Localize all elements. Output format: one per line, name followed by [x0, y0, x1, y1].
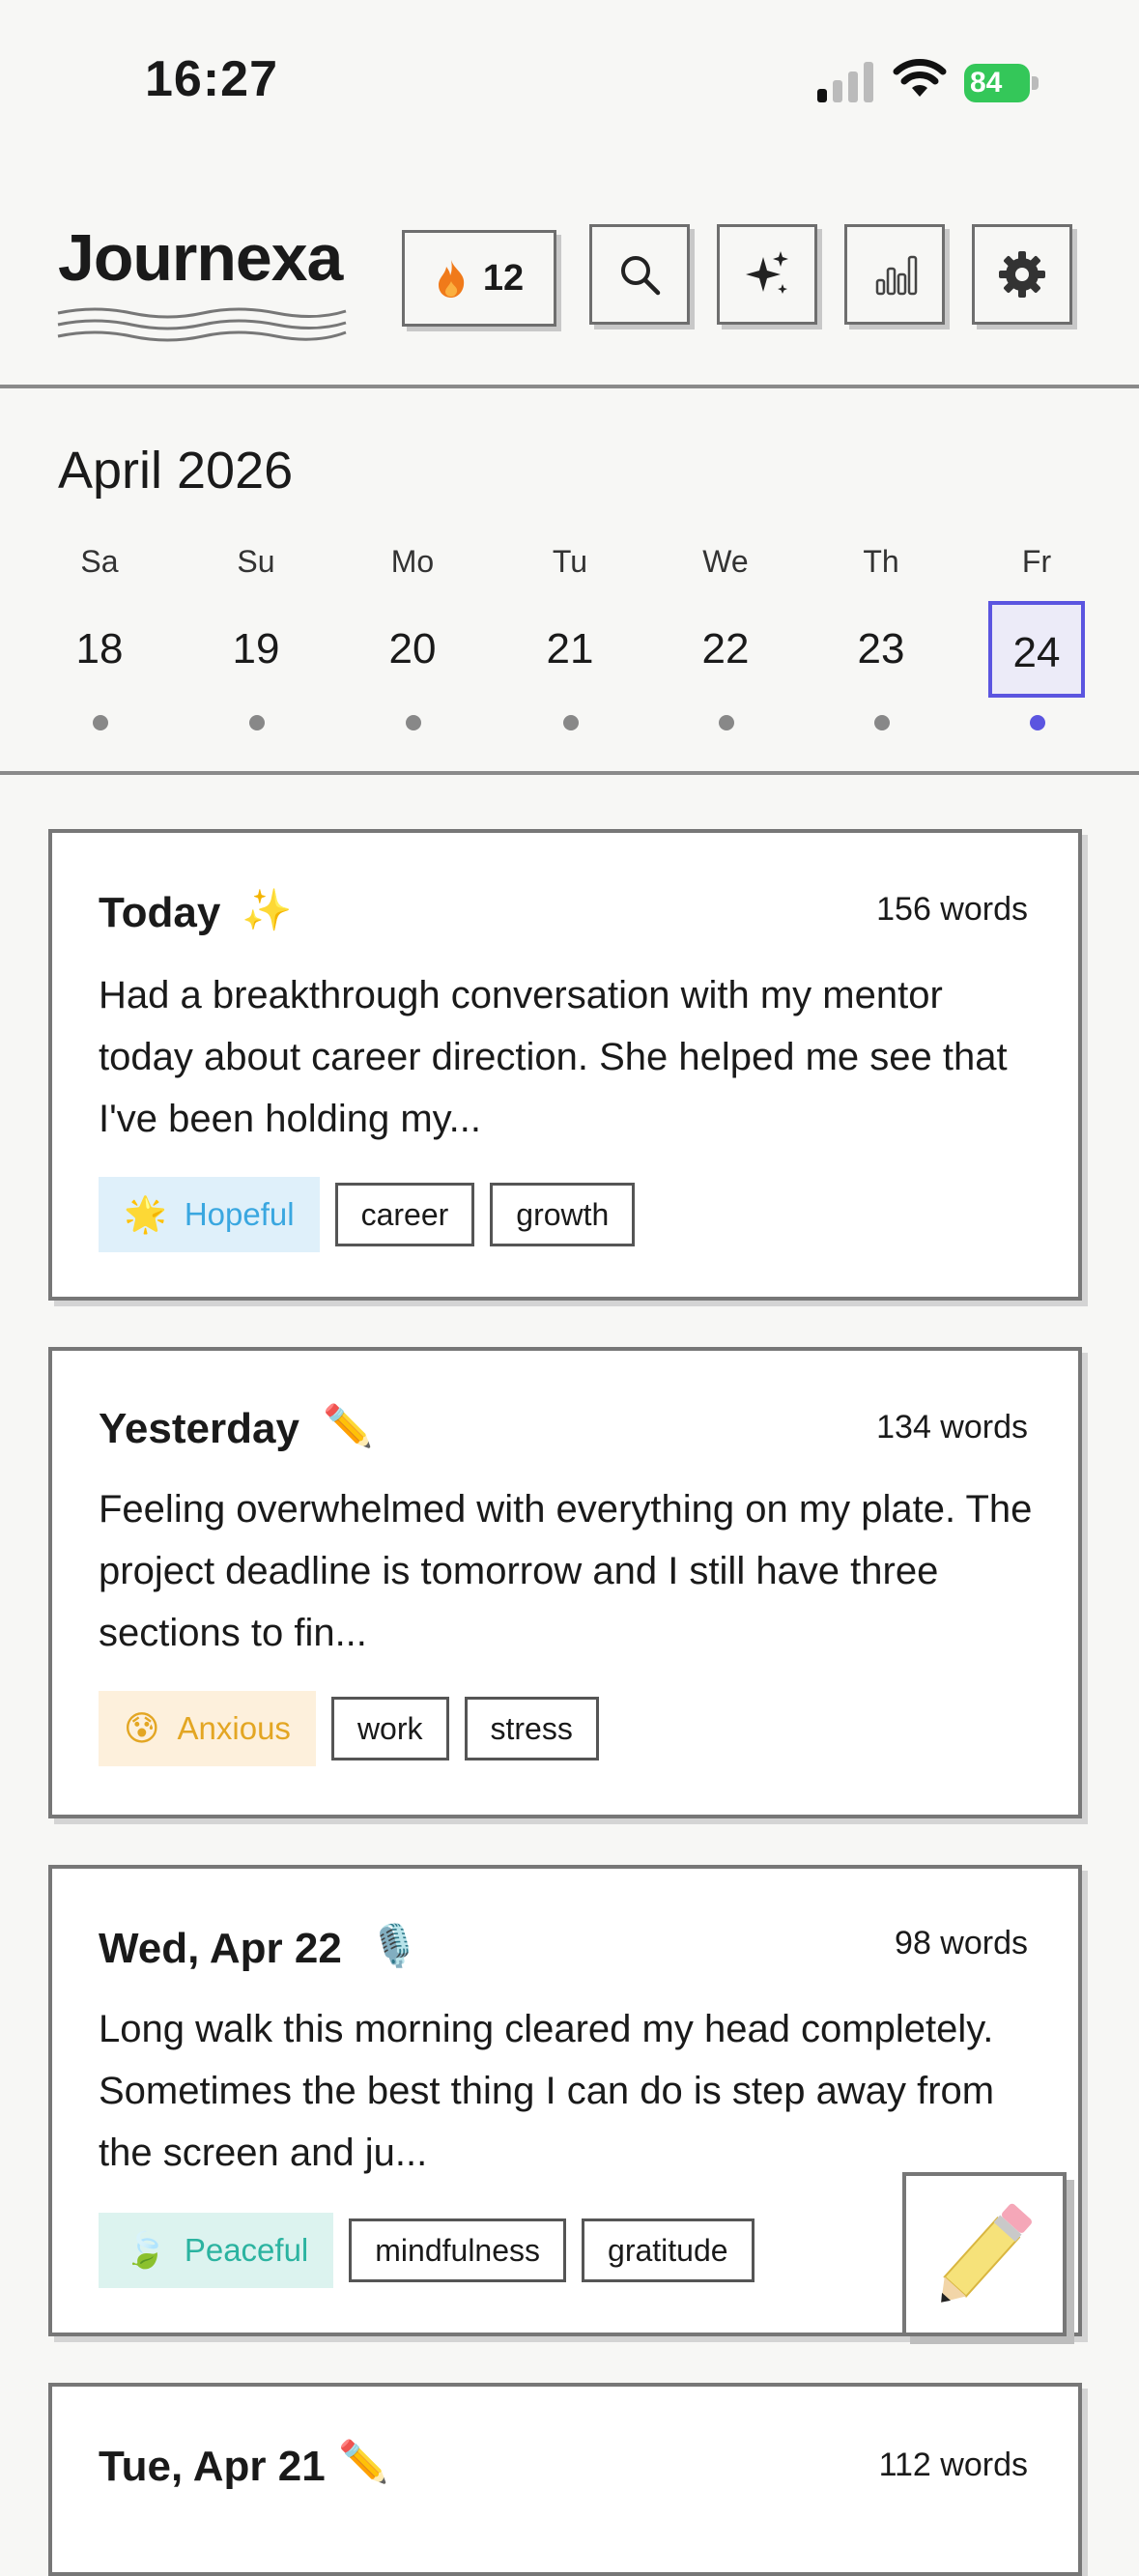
entry-dot	[93, 715, 108, 730]
entry-dot	[563, 715, 579, 730]
status-time: 16:27	[145, 51, 278, 107]
day-name: Fr	[1021, 544, 1052, 579]
stats-icon	[875, 255, 918, 296]
mood-badge: 🍃 Peaceful	[99, 2213, 334, 2288]
entry-preview: Feeling overwhelmed with everything on m…	[99, 1488, 1033, 1654]
pencil-icon	[941, 2203, 1032, 2303]
tag-chip[interactable]: growth	[490, 1183, 636, 1246]
star-emoji-icon: 🌟	[124, 1194, 167, 1234]
entry-preview: Had a breakthrough conversation with my …	[99, 974, 1008, 1140]
pencil-emoji-icon: ✏️	[338, 2439, 389, 2484]
new-entry-button[interactable]	[902, 2172, 1067, 2336]
day-19[interactable]: 19	[208, 601, 304, 698]
entry-card[interactable]: Tue, Apr 21 ✏️ 112 words	[48, 2383, 1082, 2576]
entry-card[interactable]: Today ✨ 156 words Had a breakthrough con…	[48, 829, 1082, 1301]
entry-title: Tue, Apr 21	[99, 2443, 326, 2490]
entry-card[interactable]: Yesterday ✏️ 134 words Feeling overwhelm…	[48, 1347, 1082, 1818]
tag-chip[interactable]: work	[330, 1697, 449, 1760]
flame-icon	[438, 260, 465, 298]
day-name: Sa	[80, 544, 119, 579]
day-name: Su	[237, 544, 275, 579]
entry-dot	[719, 715, 734, 730]
word-count: 98 words	[895, 1925, 1028, 1961]
header-divider	[0, 385, 1139, 388]
mood-label: Anxious	[177, 1710, 291, 1746]
day-name: Tu	[552, 544, 588, 579]
day-22[interactable]: 22	[677, 601, 774, 698]
day-23[interactable]: 23	[833, 601, 929, 698]
tag-chip[interactable]: gratitude	[582, 2218, 755, 2282]
leaf-emoji-icon: 🍃	[124, 2230, 167, 2270]
mood-label: Hopeful	[184, 1196, 295, 1232]
day-name: Th	[863, 544, 899, 579]
entry-dot	[874, 715, 890, 730]
word-count: 156 words	[876, 891, 1028, 928]
app-logo: Journexa	[58, 221, 343, 295]
settings-button[interactable]	[972, 224, 1072, 325]
sparkles-emoji-icon: ✨	[242, 887, 293, 932]
pencil-emoji-icon: ✏️	[323, 1403, 374, 1448]
calendar-divider	[0, 771, 1139, 775]
tag-chip[interactable]: stress	[464, 1697, 599, 1760]
entry-dot-selected	[1030, 715, 1045, 730]
word-count: 134 words	[876, 1409, 1028, 1445]
day-20[interactable]: 20	[364, 601, 461, 698]
day-name: Mo	[390, 544, 435, 579]
gear-icon	[999, 251, 1045, 298]
entry-title: Wed, Apr 22	[99, 1925, 342, 1972]
day-24-selected[interactable]: 24	[988, 601, 1085, 698]
sparkles-icon	[746, 251, 788, 294]
stats-button[interactable]	[844, 224, 945, 325]
entry-preview: Long walk this morning cleared my head c…	[99, 2008, 995, 2174]
battery-level: 84	[964, 64, 1030, 102]
logo-wave-decoration	[57, 307, 347, 342]
search-button[interactable]	[589, 224, 690, 325]
ai-insights-button[interactable]	[717, 224, 817, 325]
battery-indicator: 84	[964, 64, 1041, 102]
cellular-signal-icon	[817, 62, 873, 102]
tag-chip[interactable]: mindfulness	[349, 2218, 567, 2282]
day-name: We	[702, 544, 749, 579]
anxious-face-emoji-icon: 😰	[124, 1708, 160, 1748]
mood-badge: 🌟 Hopeful	[99, 1177, 320, 1252]
month-label: April 2026	[58, 442, 294, 500]
streak-button[interactable]: 12	[402, 230, 556, 327]
entry-dot	[249, 715, 265, 730]
entry-title: Today	[99, 889, 221, 936]
day-21[interactable]: 21	[522, 601, 618, 698]
microphone-emoji-icon: 🎙️	[369, 1923, 420, 1968]
mood-badge: 😰 Anxious	[99, 1691, 316, 1766]
wifi-icon	[893, 59, 947, 97]
entry-title: Yesterday	[99, 1405, 299, 1452]
tag-chip[interactable]: career	[334, 1183, 475, 1246]
day-18[interactable]: 18	[51, 601, 148, 698]
search-icon	[621, 256, 661, 296]
word-count: 112 words	[878, 2447, 1028, 2483]
mood-label: Peaceful	[184, 2232, 309, 2268]
streak-count: 12	[482, 257, 525, 299]
entry-dot	[406, 715, 421, 730]
